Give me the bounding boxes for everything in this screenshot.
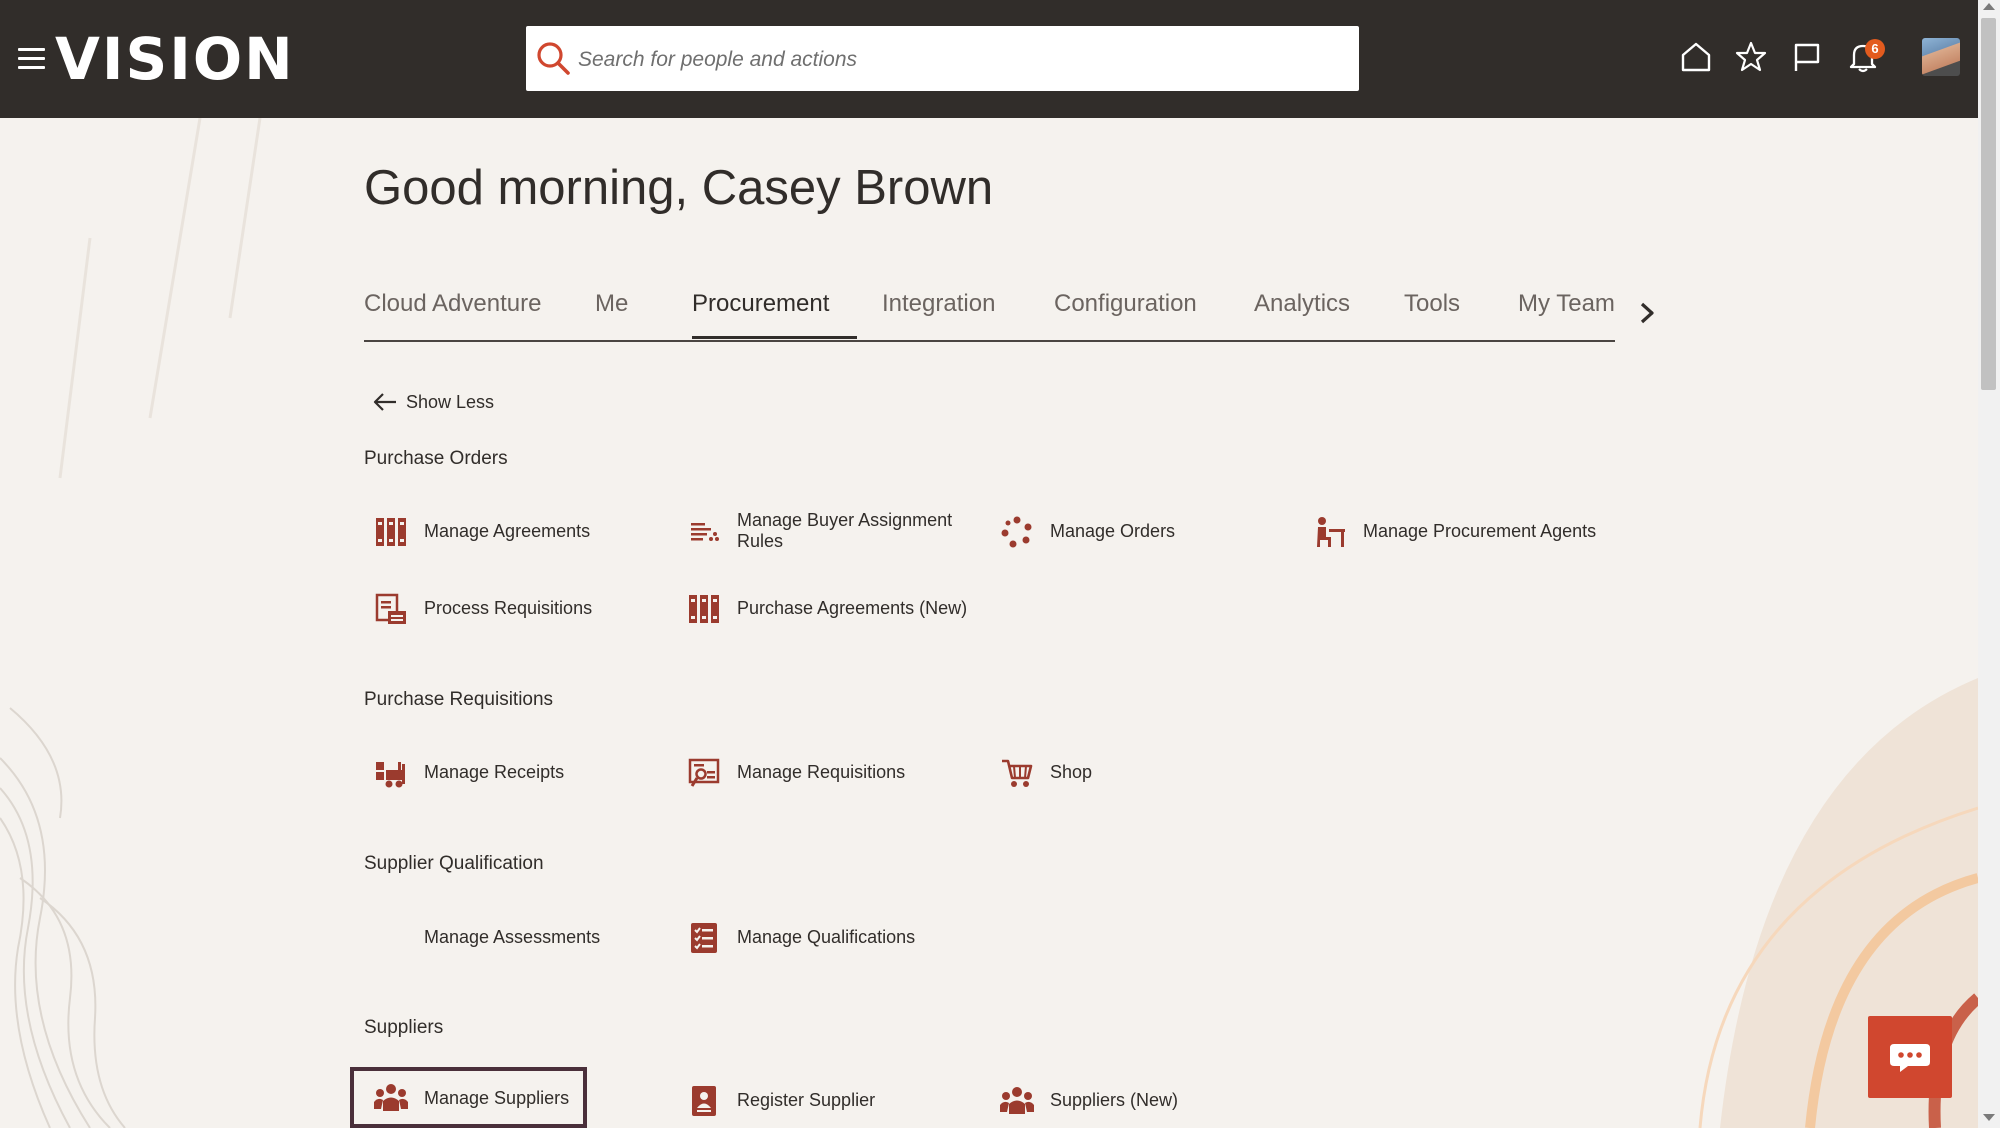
item-manage-orders[interactable]: Manage Orders — [990, 507, 1280, 555]
background-decoration — [0, 118, 1978, 1128]
star-icon[interactable] — [1734, 40, 1768, 74]
sort-list-icon — [691, 523, 719, 541]
item-label: Register Supplier — [737, 1090, 876, 1110]
item-manage-qualifications[interactable]: Manage Qualifications — [677, 913, 967, 961]
home-icon[interactable] — [1679, 40, 1713, 74]
cycle-icon — [1001, 516, 1032, 548]
item-label: Process Requisitions — [424, 598, 593, 618]
greeting: Good morning, Casey Brown — [364, 161, 994, 215]
item-manage-receipts[interactable]: Manage Receipts — [364, 748, 654, 796]
tab-me[interactable]: Me — [595, 290, 628, 318]
active-tab-indicator — [692, 336, 857, 339]
avatar[interactable] — [1922, 38, 1960, 76]
checklist-icon — [691, 923, 717, 953]
binders-icon — [376, 518, 406, 546]
item-manage-procurement-agents[interactable]: Manage Procurement Agents — [1303, 507, 1623, 555]
tab-my-team[interactable]: My Team — [1518, 290, 1615, 318]
item-label: Manage Buyer Assignment Rules — [737, 510, 953, 551]
tab-integration[interactable]: Integration — [882, 290, 995, 318]
item-label: Manage Agreements — [424, 521, 591, 541]
show-less-label: Show Less — [406, 392, 495, 412]
requisition-process-icon — [375, 593, 406, 624]
item-label: Manage Receipts — [424, 762, 565, 782]
menu-icon[interactable] — [18, 48, 45, 70]
tab-procurement[interactable]: Procurement — [692, 290, 829, 318]
binders-icon — [689, 595, 719, 623]
forklift-icon — [376, 762, 405, 788]
arrow-left-icon — [373, 393, 396, 411]
chat-button[interactable] — [1868, 1016, 1952, 1098]
item-manage-requisitions[interactable]: Manage Requisitions — [677, 748, 967, 796]
item-shop[interactable]: Shop — [990, 748, 1280, 796]
item-manage-agreements[interactable]: Manage Agreements — [364, 507, 654, 555]
tab-cloud-adventure[interactable]: Cloud Adventure — [364, 290, 541, 318]
requisition-search-icon — [688, 758, 720, 787]
item-manage-suppliers[interactable]: Manage Suppliers — [350, 1067, 587, 1128]
item-manage-buyer-assignment-rules[interactable]: Manage Buyer Assignment Rules — [677, 507, 967, 555]
item-label: Manage Orders — [1050, 521, 1176, 541]
search-icon[interactable] — [534, 39, 572, 77]
item-label: Manage Suppliers — [424, 1088, 570, 1108]
item-label: Shop — [1050, 762, 1093, 782]
tab-analytics[interactable]: Analytics — [1254, 290, 1350, 318]
badge-icon — [692, 1086, 716, 1116]
item-label: Manage Assessments — [424, 927, 601, 947]
scroll-down-arrow-icon[interactable] — [1983, 1114, 1995, 1121]
agent-desk-icon — [1317, 517, 1345, 547]
item-manage-assessments[interactable]: Manage Assessments — [364, 913, 654, 961]
item-process-requisitions[interactable]: Process Requisitions — [364, 584, 654, 632]
search-bar[interactable] — [526, 26, 1359, 93]
section-title-suppliers: Suppliers — [364, 1017, 444, 1038]
tab-configuration[interactable]: Configuration — [1054, 290, 1197, 318]
cart-icon — [1002, 759, 1033, 787]
item-label: Manage Procurement Agents — [1363, 521, 1597, 541]
item-label: Suppliers (New) — [1050, 1090, 1179, 1110]
scroll-up-arrow-icon[interactable] — [1983, 3, 1995, 10]
item-label: Purchase Agreements (New) — [737, 598, 968, 618]
item-label: Manage Requisitions — [737, 762, 906, 782]
item-register-supplier[interactable]: Register Supplier — [677, 1076, 967, 1124]
group-icon — [374, 1084, 408, 1111]
scrollbar-thumb[interactable] — [1981, 18, 1996, 390]
tab-bar: Cloud Adventure Me Procurement Integrati… — [364, 282, 1615, 342]
search-input[interactable] — [576, 26, 1350, 93]
section-title-supplier-qualification: Supplier Qualification — [364, 853, 544, 874]
item-label: Manage Qualifications — [737, 927, 916, 947]
chevron-right-icon[interactable] — [1636, 300, 1658, 326]
chat-bubble-icon — [1890, 1044, 1930, 1072]
group-icon — [1000, 1087, 1034, 1114]
section-title-purchase-orders: Purchase Orders — [364, 448, 508, 469]
tab-tools[interactable]: Tools — [1404, 290, 1460, 318]
logo[interactable]: VISION — [55, 26, 295, 92]
item-suppliers-new[interactable]: Suppliers (New) — [990, 1076, 1280, 1124]
top-bar: VISION 6 — [0, 0, 1978, 118]
section-title-purchase-requisitions: Purchase Requisitions — [364, 689, 554, 710]
flag-icon[interactable] — [1790, 40, 1824, 74]
notification-badge: 6 — [1865, 39, 1885, 59]
item-purchase-agreements-new[interactable]: Purchase Agreements (New) — [677, 584, 967, 632]
